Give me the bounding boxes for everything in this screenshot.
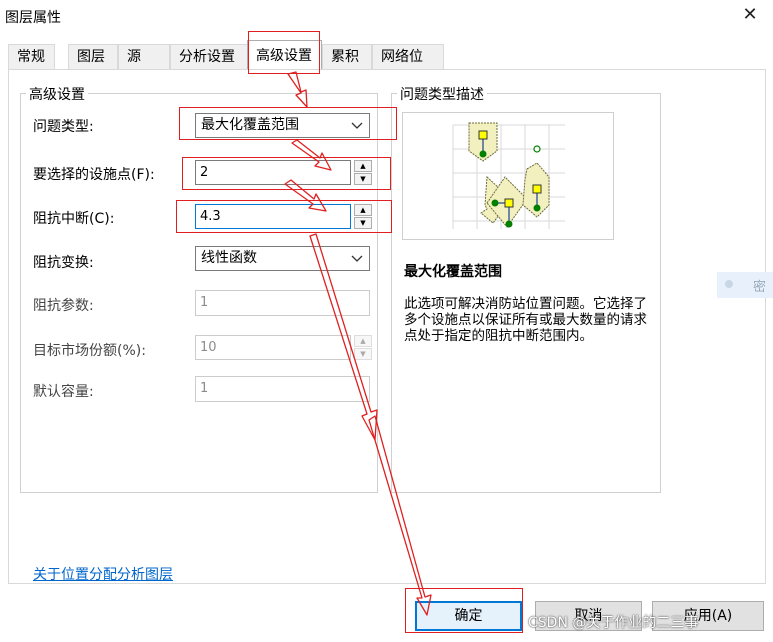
watermark-text: CSDN @关于作业的二三事 xyxy=(528,615,699,631)
annotation-arrows xyxy=(284,71,432,616)
